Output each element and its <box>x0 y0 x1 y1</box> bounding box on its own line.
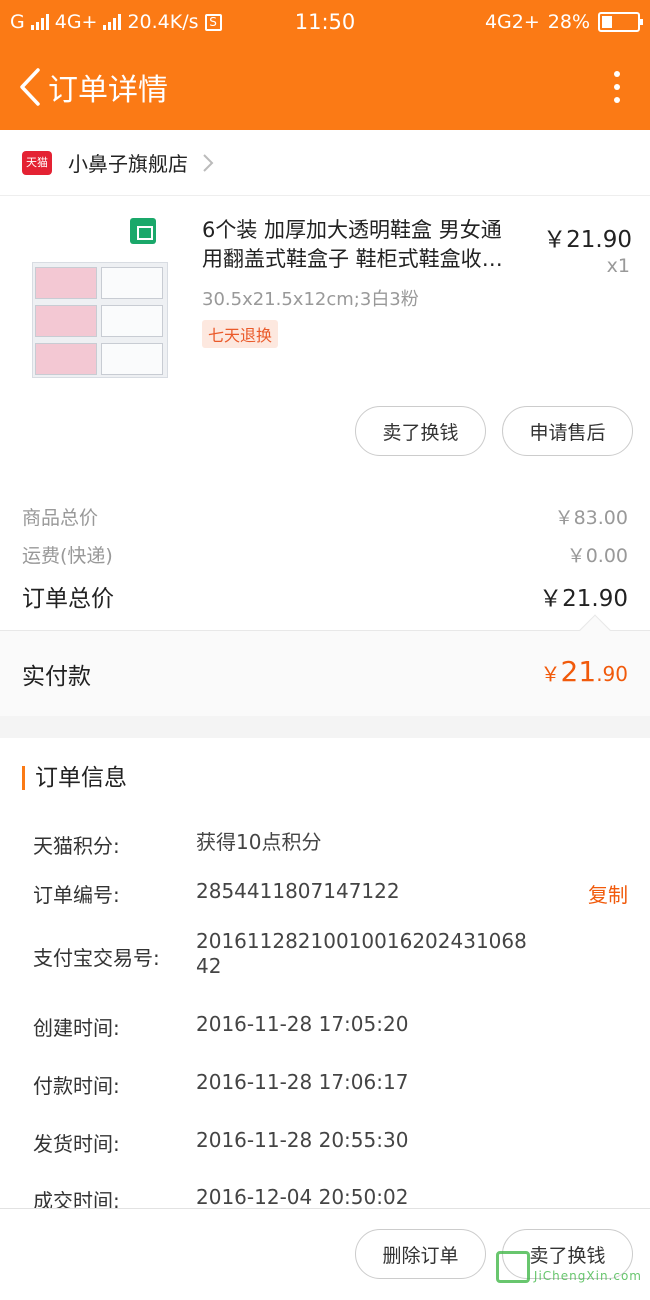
net-speed: 20.4K/s <box>127 11 199 33</box>
info-value: 2016-12-04 20:50:02 <box>196 1185 409 1209</box>
order-total-value: ￥21.90 <box>539 586 628 612</box>
more-vertical-icon <box>614 71 620 77</box>
watermark: JiChengXin.com <box>495 1251 642 1283</box>
signal-icon-2 <box>103 14 122 30</box>
delete-order-button[interactable]: 删除订单 <box>355 1229 486 1279</box>
brand-tag-icon <box>130 218 156 244</box>
shipping-label: 运费(快递) <box>22 545 113 567</box>
battery-icon <box>598 12 643 32</box>
product-spec: 30.5x21.5x12cm;3白3粉 <box>202 289 419 310</box>
s-notification-icon: S <box>204 13 222 31</box>
info-label: 付款时间: <box>33 1074 120 1098</box>
product-title: 6个装 加厚加大透明鞋盒 男女通用翻盖式鞋盒子 鞋柜式鞋盒收纳盒 <box>202 218 503 271</box>
shipping-value: ￥0.00 <box>566 545 628 567</box>
info-value: 获得10点积分 <box>196 830 322 854</box>
goods-total-value: ￥83.00 <box>554 507 628 529</box>
paid-currency: ￥ <box>540 662 561 686</box>
network-label-2: 4G2+ <box>484 11 540 33</box>
info-label: 订单编号: <box>33 883 120 907</box>
order-total-row: 订单总价 ￥21.90 <box>22 579 628 613</box>
sell-exchange-button[interactable]: 卖了换钱 <box>355 406 486 456</box>
paid-decimal: .90 <box>596 662 628 686</box>
goods-total-label: 商品总价 <box>22 507 99 529</box>
info-label: 发货时间: <box>33 1132 120 1156</box>
return-policy-badge: 七天退换 <box>202 320 279 348</box>
watermark-logo <box>495 1251 530 1283</box>
order-info-title: 订单信息 <box>22 766 127 790</box>
page-title: 订单详情 <box>48 73 168 108</box>
network-label: 4G+ <box>54 11 98 33</box>
info-value: 2016-11-28 20:55:30 <box>196 1128 409 1152</box>
after-sale-button[interactable]: 申请售后 <box>502 406 633 456</box>
paid-amount-row: 实付款 ￥21.90 <box>0 614 650 716</box>
signal-icon <box>30 14 49 30</box>
order-info-section: 订单信息 天猫积分: 获得10点积分 订单编号: 285441180714712… <box>0 738 650 1213</box>
store-row[interactable]: 天猫 小鼻子旗舰店 <box>0 130 650 196</box>
carrier-label: G <box>10 11 25 33</box>
info-label: 创建时间: <box>33 1016 120 1040</box>
order-total-label: 订单总价 <box>22 586 114 612</box>
paid-integer: 21 <box>560 655 597 688</box>
alipay-trade-number: 2016112821001001620243106842 <box>196 929 527 978</box>
shipping-row: 运费(快递) ￥0.00 <box>22 541 628 568</box>
info-label: 支付宝交易号: <box>33 946 160 970</box>
status-left: G 4G+ 20.4K/s S <box>10 11 270 33</box>
chevron-right-icon <box>203 153 214 172</box>
info-value: 2016-11-28 17:05:20 <box>196 1012 409 1036</box>
order-number-value: 2854411807147122 <box>196 879 400 903</box>
goods-total-row: 商品总价 ￥83.00 <box>22 503 628 530</box>
info-label: 天猫积分: <box>33 834 120 858</box>
bottom-action-bar: 删除订单 卖了换钱 JiChengXin.com <box>0 1208 650 1300</box>
product-thumbnail <box>30 214 170 379</box>
product-price: ￥21.90 <box>543 227 632 253</box>
product-quantity: x1 <box>606 255 630 277</box>
info-value: 2016-11-28 17:06:17 <box>196 1070 409 1094</box>
app-header: 订单详情 <box>0 44 650 130</box>
paid-label: 实付款 <box>22 664 91 690</box>
watermark-text: JiChengXin.com <box>533 1269 642 1283</box>
paid-amount: ￥21.90 <box>541 655 628 688</box>
tmall-logo: 天猫 <box>22 150 52 175</box>
store-name: 小鼻子旗舰店 <box>68 152 188 176</box>
order-card: 天猫 小鼻子旗舰店 6个装 加厚加大透明鞋盒 男女通用翻盖式鞋盒子 鞋柜式鞋盒收… <box>0 130 650 630</box>
battery-percent: 28% <box>547 11 590 33</box>
product-item[interactable]: 6个装 加厚加大透明鞋盒 男女通用翻盖式鞋盒子 鞋柜式鞋盒收纳盒 30.5x21… <box>0 208 650 388</box>
status-bar: G 4G+ 20.4K/s S 11:50 4G2+ 28% <box>0 0 650 44</box>
chevron-left-icon <box>20 68 40 106</box>
status-right: 4G2+ 28% <box>484 11 643 33</box>
back-button[interactable] <box>8 57 52 117</box>
shoe-box-image <box>32 262 168 378</box>
copy-button[interactable]: 复制 <box>588 879 628 908</box>
more-button[interactable] <box>592 57 642 117</box>
